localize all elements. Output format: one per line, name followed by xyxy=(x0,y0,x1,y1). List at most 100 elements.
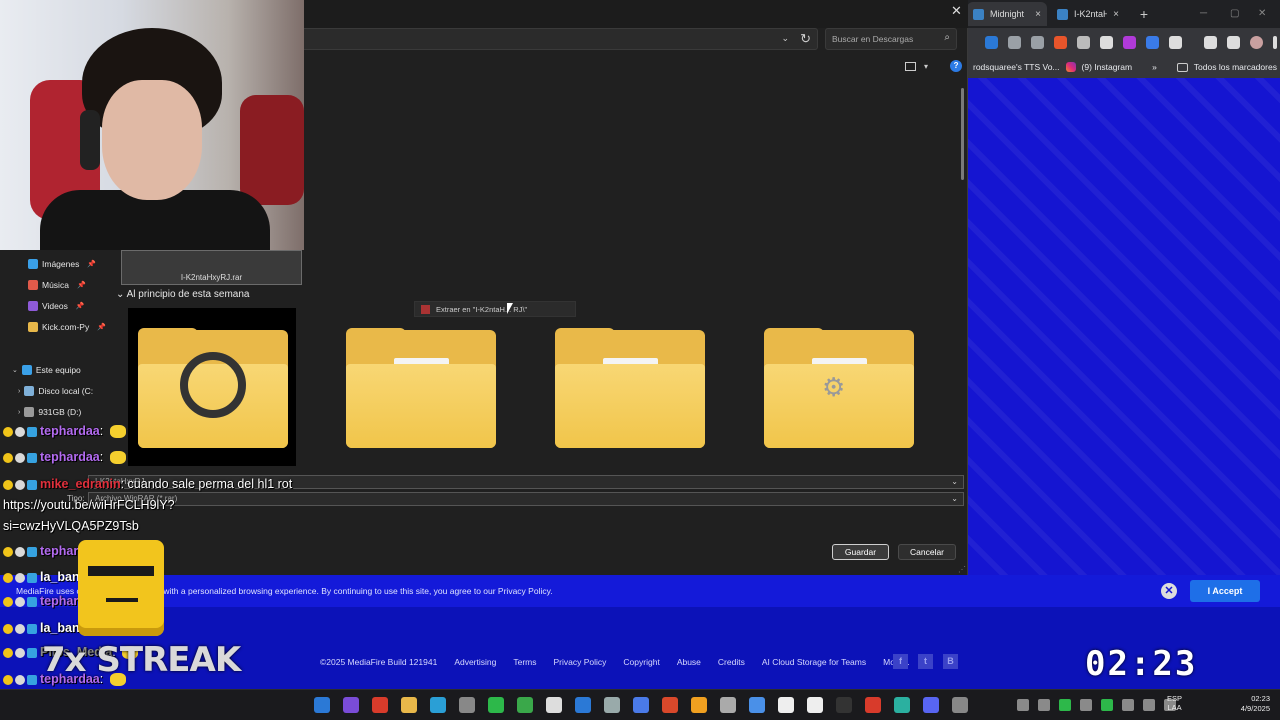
extension-icon[interactable] xyxy=(1146,35,1159,49)
nav-item-images[interactable]: Imágenes 📌 xyxy=(28,255,96,273)
resize-grip-icon[interactable]: ⋰ xyxy=(958,565,966,574)
nav-item-videos[interactable]: Videos 📌 xyxy=(28,297,85,315)
nav-item-kick-folder[interactable]: Kick.com-Py 📌 xyxy=(28,318,106,336)
taskbar-app-icon[interactable] xyxy=(430,697,446,713)
reading-list-icon[interactable] xyxy=(1227,35,1240,49)
tray-icon[interactable] xyxy=(1122,699,1134,711)
window-close-icon[interactable]: ✕ xyxy=(1258,8,1266,19)
puzzle-extensions-icon[interactable] xyxy=(1169,35,1182,49)
tray-icon[interactable] xyxy=(1017,699,1029,711)
tray-icon[interactable] xyxy=(1080,699,1092,711)
all-bookmarks[interactable]: Todos los marcadores xyxy=(1194,62,1277,72)
taskbar-app-icon[interactable] xyxy=(778,697,794,713)
profile-avatar[interactable] xyxy=(1250,35,1263,49)
footer-link-ai-storage[interactable]: AI Cloud Storage for Teams xyxy=(762,657,866,667)
chevron-down-icon[interactable]: ⌄ xyxy=(12,366,18,374)
browser-tab-mediafire[interactable]: I-K2ntaHx × xyxy=(1051,2,1125,26)
taskbar-app-icon[interactable] xyxy=(923,697,939,713)
cancel-button[interactable]: Cancelar xyxy=(898,544,956,560)
cookie-close-button[interactable]: ✕ xyxy=(1161,583,1177,599)
taskbar-app-icon[interactable] xyxy=(575,697,591,713)
more-bookmarks-icon[interactable]: » xyxy=(1152,62,1157,72)
taskbar-app-icon[interactable] xyxy=(691,697,707,713)
kebab-menu-icon[interactable] xyxy=(1273,35,1277,49)
taskbar-app-icon[interactable] xyxy=(865,697,881,713)
folder-item[interactable]: ⚙ xyxy=(754,308,914,458)
taskbar-app-icon[interactable] xyxy=(807,697,823,713)
minimize-icon[interactable]: ─ xyxy=(1200,8,1207,19)
twitter-icon[interactable]: t xyxy=(918,654,933,669)
taskbar-app-icon[interactable] xyxy=(952,697,968,713)
extension-icon[interactable] xyxy=(985,35,998,49)
footer-link-abuse[interactable]: Abuse xyxy=(677,657,701,667)
footer-link-terms[interactable]: Terms xyxy=(513,657,536,667)
nav-item-music[interactable]: Música 📌 xyxy=(28,276,86,294)
taskbar-app-icon[interactable] xyxy=(488,697,504,713)
chevron-down-icon[interactable]: ⌄ xyxy=(951,477,958,486)
footer-link-credits[interactable]: Credits xyxy=(718,657,745,667)
twitch-extension-icon[interactable] xyxy=(1123,35,1136,49)
browser-tab-midnight[interactable]: Midnight × xyxy=(967,2,1047,26)
dialog-close-button[interactable]: ✕ xyxy=(951,3,962,19)
chevron-right-icon[interactable]: › xyxy=(18,388,20,395)
tray-icon[interactable] xyxy=(1038,699,1050,711)
tray-icon[interactable] xyxy=(1101,699,1113,711)
bookmark-tts[interactable]: rodsquaree's TTS Vo... xyxy=(973,62,1060,72)
taskbar-app-icon[interactable] xyxy=(749,697,765,713)
taskbar-app-icon[interactable] xyxy=(401,697,417,713)
accept-cookies-button[interactable]: I Accept xyxy=(1190,580,1260,602)
taskbar-app-icon[interactable] xyxy=(720,697,736,713)
taskbar-app-icon[interactable] xyxy=(662,697,678,713)
tab-close-icon[interactable]: × xyxy=(1113,9,1119,20)
blog-icon[interactable]: B xyxy=(943,654,958,669)
taskbar-clock[interactable]: 02:23 4/9/2025 xyxy=(1226,694,1270,714)
folder-item[interactable] xyxy=(128,308,296,466)
taskbar-app-icon[interactable] xyxy=(604,697,620,713)
bookmark-instagram[interactable]: (9) Instagram xyxy=(1082,62,1133,72)
file-type-select[interactable]: Archivo WinRAR (*.rar) ⌄ xyxy=(88,492,964,506)
chevron-down-icon[interactable]: ⌄ xyxy=(951,494,958,503)
extension-icon[interactable] xyxy=(1100,35,1113,49)
refresh-icon[interactable]: ↻ xyxy=(800,31,811,47)
search-input[interactable]: Buscar en Descargas ⌕ xyxy=(825,28,957,50)
taskbar-app-icon[interactable] xyxy=(343,697,359,713)
extension-icon[interactable] xyxy=(1077,35,1090,49)
taskbar-app-icon[interactable] xyxy=(372,697,388,713)
taskbar-app-icon[interactable] xyxy=(459,697,475,713)
chevron-down-icon[interactable]: ▾ xyxy=(924,62,928,71)
new-tab-button[interactable]: + xyxy=(1135,5,1153,23)
view-mode-icon[interactable] xyxy=(905,61,916,71)
folder-item[interactable] xyxy=(545,308,705,458)
language-indicator[interactable]: ESP LAA xyxy=(1167,694,1182,712)
save-button[interactable]: Guardar xyxy=(832,544,889,560)
chevron-down-icon[interactable]: ⌄ xyxy=(781,33,789,44)
footer-link-advertising[interactable]: Advertising xyxy=(454,657,496,667)
bluetooth-icon[interactable] xyxy=(1143,699,1155,711)
taskbar-app-icon[interactable] xyxy=(894,697,910,713)
download-icon[interactable] xyxy=(1204,35,1217,49)
taskbar-app-icon[interactable] xyxy=(517,697,533,713)
selected-file-item[interactable]: I-K2ntaHxyRJ.rar xyxy=(121,250,302,285)
tab-close-icon[interactable]: × xyxy=(1035,9,1041,20)
extension-icon[interactable] xyxy=(1054,35,1067,49)
folder-item[interactable] xyxy=(336,308,496,458)
nav-item-this-pc[interactable]: ⌄ Este equipo xyxy=(12,361,81,379)
nav-item-d-drive[interactable]: › 931GB (D:) xyxy=(18,403,81,421)
footer-link-privacy[interactable]: Privacy Policy xyxy=(554,657,607,667)
footer-link-copyright[interactable]: Copyright xyxy=(623,657,659,667)
maximize-icon[interactable]: ▢ xyxy=(1230,8,1239,19)
taskbar-app-icon[interactable] xyxy=(546,697,562,713)
vertical-scrollbar[interactable] xyxy=(961,88,964,180)
extension-icon[interactable] xyxy=(1008,35,1021,49)
help-icon[interactable]: ? xyxy=(950,60,963,72)
taskbar-app-icon[interactable] xyxy=(633,697,649,713)
camera-extension-icon[interactable] xyxy=(1031,35,1044,49)
tray-icon[interactable] xyxy=(1059,699,1071,711)
facebook-icon[interactable]: f xyxy=(893,654,908,669)
nav-item-local-disk[interactable]: › Disco local (C: xyxy=(18,382,93,400)
chevron-right-icon[interactable]: › xyxy=(18,409,20,416)
group-header[interactable]: ⌄ Al principio de esta semana xyxy=(116,289,249,300)
extract-context-tooltip[interactable]: Extraer en "I-K2ntaH... RJ\" xyxy=(414,301,576,317)
taskbar-app-icon[interactable] xyxy=(836,697,852,713)
address-bar[interactable]: ⌄ ↻ xyxy=(300,28,818,50)
